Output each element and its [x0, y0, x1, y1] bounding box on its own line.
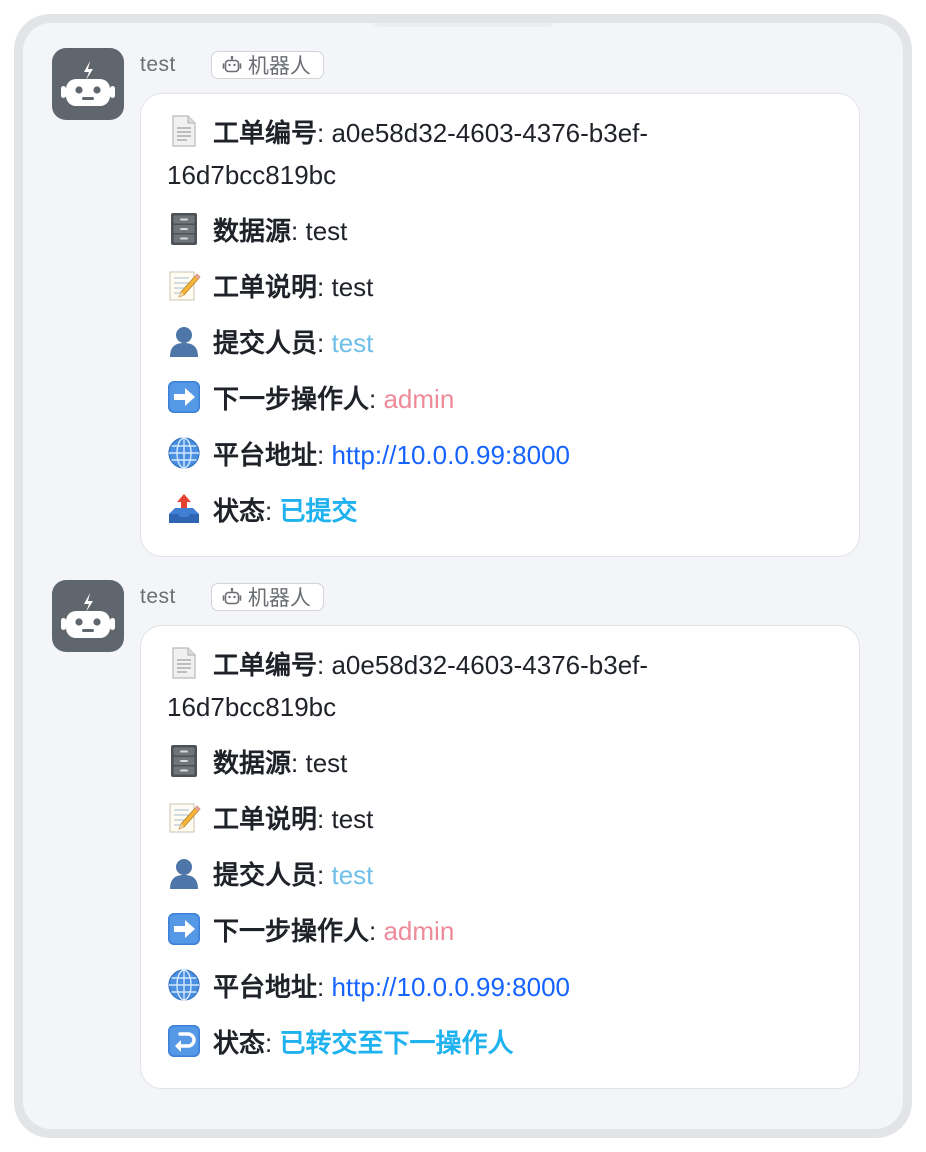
page-icon [167, 646, 201, 680]
field-platform-url: 平台地址: http://10.0.0.99:8000 [167, 434, 839, 476]
globe-icon [167, 436, 201, 470]
right-arrow-icon [167, 912, 201, 946]
person-silhouette-icon [167, 324, 201, 358]
status-value: 已提交 [279, 496, 358, 526]
description-value: test [331, 804, 374, 834]
sender-name[interactable]: test [140, 53, 176, 77]
field-next-operator: 下一步操作人: admin [167, 910, 839, 952]
field-status: 状态: 已转交至下一操作人 [167, 1022, 839, 1064]
datasource-value: test [305, 216, 348, 246]
platform-url-link[interactable]: http://10.0.0.99:8000 [331, 440, 570, 470]
field-datasource: 数据源: test [167, 210, 839, 252]
memo-icon [167, 268, 201, 302]
field-key: 平台地址 [213, 972, 318, 1002]
submitter-mention[interactable]: test [331, 328, 373, 358]
field-platform-url: 平台地址: http://10.0.0.99:8000 [167, 966, 839, 1008]
bot-badge: 机器人 [210, 51, 324, 79]
field-key: 工单说明 [213, 804, 318, 834]
return-arrow-icon [167, 1024, 201, 1058]
field-ticket-id: 工单编号: a0e58d32-4603-4376-b3ef-16d7bcc819… [167, 112, 667, 196]
bot-badge-label: 机器人 [247, 55, 311, 78]
bot-avatar[interactable] [52, 580, 124, 652]
operator-mention[interactable]: admin [383, 916, 454, 946]
ticket-card: 工单编号: a0e58d32-4603-4376-b3ef-16d7bcc819… [140, 93, 860, 557]
globe-icon [167, 968, 201, 1002]
chat-frame: test 机器人 工单编号: a0e58d32-4603-4376-b3ef-1… [14, 14, 912, 1138]
field-key: 平台地址 [213, 440, 318, 470]
outbox-tray-icon [167, 492, 201, 526]
field-key: 提交人员 [213, 328, 318, 358]
field-submitter: 提交人员: test [167, 854, 839, 896]
memo-icon [167, 800, 201, 834]
platform-url-link[interactable]: http://10.0.0.99:8000 [331, 972, 570, 1002]
field-key: 下一步操作人 [213, 384, 370, 414]
robot-face-icon [52, 580, 124, 652]
sender-row: test 机器人 [140, 50, 324, 80]
robot-icon [222, 55, 242, 75]
file-cabinet-icon [167, 212, 201, 246]
field-key: 数据源 [213, 216, 292, 246]
field-description: 工单说明: test [167, 798, 839, 840]
description-value: test [331, 272, 374, 302]
field-ticket-id: 工单编号: a0e58d32-4603-4376-b3ef-16d7bcc819… [167, 644, 667, 728]
robot-face-icon [52, 48, 124, 120]
field-key: 提交人员 [213, 860, 318, 890]
file-cabinet-icon [167, 744, 201, 778]
field-key: 下一步操作人 [213, 916, 370, 946]
field-next-operator: 下一步操作人: admin [167, 378, 839, 420]
status-value: 已转交至下一操作人 [279, 1028, 514, 1058]
robot-icon [222, 587, 242, 607]
sender-row: test 机器人 [140, 582, 324, 612]
ticket-card: 工单编号: a0e58d32-4603-4376-b3ef-16d7bcc819… [140, 625, 860, 1089]
field-key: 工单编号 [213, 650, 318, 680]
page-icon [167, 114, 201, 148]
field-key: 工单编号 [213, 118, 318, 148]
field-key: 工单说明 [213, 272, 318, 302]
field-datasource: 数据源: test [167, 742, 839, 784]
field-status: 状态: 已提交 [167, 490, 839, 532]
bot-badge-label: 机器人 [247, 587, 311, 610]
datasource-value: test [305, 748, 348, 778]
field-key: 状态 [213, 496, 266, 526]
top-notch [373, 23, 553, 27]
bot-badge: 机器人 [210, 583, 324, 611]
sender-name[interactable]: test [140, 585, 176, 609]
operator-mention[interactable]: admin [383, 384, 454, 414]
field-description: 工单说明: test [167, 266, 839, 308]
field-key: 状态 [213, 1028, 266, 1058]
bot-avatar[interactable] [52, 48, 124, 120]
chat-panel: test 机器人 工单编号: a0e58d32-4603-4376-b3ef-1… [23, 23, 903, 1129]
right-arrow-icon [167, 380, 201, 414]
person-silhouette-icon [167, 856, 201, 890]
field-submitter: 提交人员: test [167, 322, 839, 364]
submitter-mention[interactable]: test [331, 860, 373, 890]
field-key: 数据源 [213, 748, 292, 778]
